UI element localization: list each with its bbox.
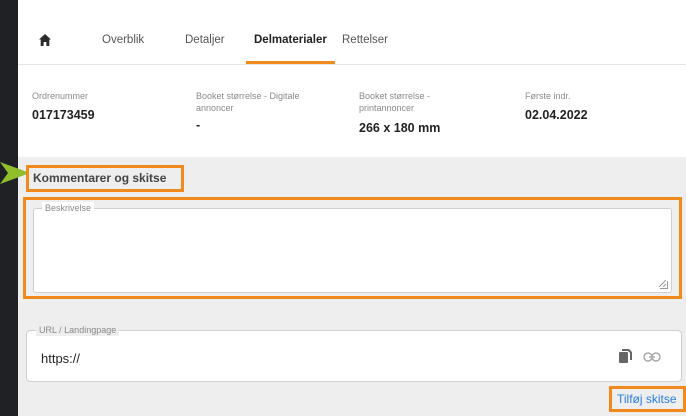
copy-icon[interactable] <box>617 347 635 365</box>
info-value: 266 x 180 mm <box>359 121 441 135</box>
resize-handle[interactable] <box>658 279 668 289</box>
description-highlight: Beskrivelse <box>23 197 682 299</box>
link-icon[interactable] <box>643 350 661 362</box>
tab-bar: Overblik Detaljer Delmaterialer Rettelse… <box>18 18 686 65</box>
url-input[interactable] <box>39 347 603 369</box>
info-ordrenummer: Ordrenummer 017173459 <box>32 90 172 122</box>
info-label: Første indr. <box>525 91 571 101</box>
home-icon[interactable] <box>38 33 52 47</box>
description-textarea[interactable] <box>34 209 671 292</box>
info-label: Booket størrelse - printannoncer <box>359 91 431 113</box>
info-first-insertion: Første indr. 02.04.2022 <box>525 90 645 122</box>
info-value: 02.04.2022 <box>525 108 588 122</box>
info-value: 017173459 <box>32 108 95 122</box>
info-print-size: Booket størrelse - printannoncer 266 x 1… <box>359 90 479 135</box>
info-value: - <box>196 118 201 132</box>
description-label: Beskrivelse <box>42 202 95 214</box>
tab-rettelser[interactable]: Rettelser <box>342 18 388 64</box>
info-label: Ordrenummer <box>32 91 89 101</box>
url-label: URL / Landingpage <box>36 324 120 336</box>
info-label: Booket størrelse - Digitale annoncer <box>196 91 300 113</box>
url-field: URL / Landingpage <box>26 324 682 382</box>
description-field: Beskrivelse <box>33 202 672 293</box>
tab-overblik[interactable]: Overblik <box>102 18 144 64</box>
section-title: Kommentarer og skitse <box>26 165 184 192</box>
add-sketch-link[interactable]: Tilføj skitse <box>609 386 686 412</box>
tab-delmaterialer[interactable]: Delmaterialer <box>246 18 335 64</box>
info-digital-size: Booket størrelse - Digitale annoncer - <box>196 90 336 132</box>
tab-detaljer[interactable]: Detaljer <box>185 18 225 64</box>
